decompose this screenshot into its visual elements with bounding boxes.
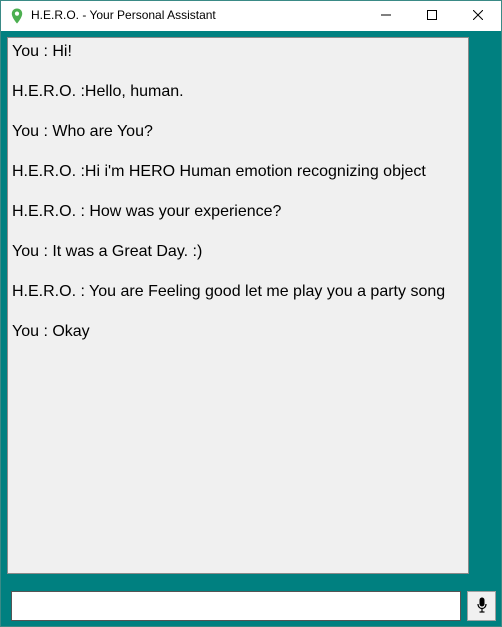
message-input[interactable] <box>11 591 461 621</box>
close-icon <box>472 7 484 25</box>
chat-message: H.E.R.O. : How was your experience? <box>12 203 282 220</box>
chat-message: H.E.R.O. : You are Feeling good let me p… <box>12 283 446 300</box>
minimize-icon <box>381 7 391 25</box>
window-title: H.E.R.O. - Your Personal Assistant <box>31 8 216 22</box>
chat-message: H.E.R.O. :Hi i'm HERO Human emotion reco… <box>12 163 426 180</box>
maximize-icon <box>427 7 437 25</box>
close-button[interactable] <box>455 1 501 31</box>
title-bar[interactable]: H.E.R.O. - Your Personal Assistant <box>1 1 501 31</box>
microphone-icon <box>476 597 487 616</box>
minimize-button[interactable] <box>363 1 409 31</box>
location-pin-icon <box>11 8 23 24</box>
microphone-button[interactable] <box>467 591 496 621</box>
chat-message: You : Okay <box>12 323 90 340</box>
chat-message: You : Hi! <box>12 43 72 60</box>
chat-log[interactable]: You : Hi! H.E.R.O. :Hello, human. You : … <box>7 37 469 574</box>
scroll-gutter <box>469 37 496 574</box>
chat-message: H.E.R.O. :Hello, human. <box>12 83 184 100</box>
maximize-button[interactable] <box>409 1 455 31</box>
chat-message: You : Who are You? <box>12 123 153 140</box>
chat-message: You : It was a Great Day. :) <box>12 243 203 260</box>
app-window: H.E.R.O. - Your Personal Assistant You :… <box>0 0 502 627</box>
